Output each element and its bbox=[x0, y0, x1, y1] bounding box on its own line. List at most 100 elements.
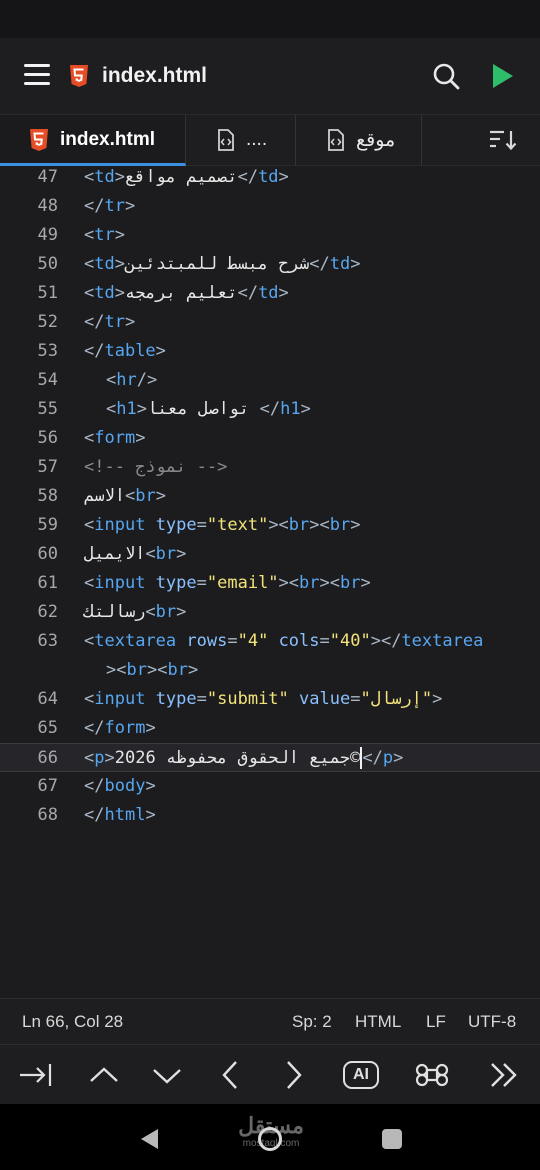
line-code: <td>شرح مبسط للمبتدئين</td> bbox=[84, 254, 361, 274]
hamburger-menu-icon[interactable] bbox=[24, 64, 50, 86]
line-number: 52 bbox=[37, 312, 58, 332]
line-number: 62 bbox=[37, 602, 58, 622]
html5-file-icon bbox=[30, 129, 48, 151]
line-number: 58 bbox=[37, 486, 58, 506]
search-icon[interactable] bbox=[432, 62, 460, 90]
line-code: <td>تصميم مواقع</td> bbox=[84, 167, 289, 187]
line-code: </tr> bbox=[84, 196, 136, 216]
extra-keys-row: AI bbox=[0, 1044, 540, 1104]
code-line[interactable]: 50 <td>شرح مبسط للمبتدئين</td> bbox=[0, 250, 540, 279]
line-number: 51 bbox=[37, 283, 58, 303]
line-code: </html> bbox=[84, 805, 156, 825]
line-code: <h1>تواصل معنا </h1> bbox=[106, 399, 311, 419]
cursor-up-icon[interactable] bbox=[84, 1055, 124, 1095]
line-code: ><br><br> bbox=[106, 660, 199, 680]
recent-apps-icon[interactable] bbox=[382, 1129, 402, 1149]
file-tab-bar: index.html .... موقع bbox=[0, 114, 540, 166]
language-mode[interactable]: HTML bbox=[355, 1012, 401, 1032]
code-line[interactable]: 68 </html> bbox=[0, 801, 540, 830]
ai-label: AI bbox=[343, 1061, 379, 1089]
app-title: index.html bbox=[102, 64, 208, 87]
more-keys-icon[interactable] bbox=[484, 1055, 524, 1095]
code-editor[interactable]: 47 <td>تصميم مواقع</td> 48 </tr> 49 <tr> 50 <td… bbox=[0, 166, 540, 998]
system-status-bar bbox=[0, 0, 540, 38]
line-code: <tr> bbox=[84, 225, 125, 245]
line-number: 61 bbox=[37, 573, 58, 593]
code-line[interactable]: 65 </form> bbox=[0, 714, 540, 743]
code-line[interactable]: 57 <!-- نموذج --> bbox=[0, 453, 540, 482]
line-number: 65 bbox=[37, 718, 58, 738]
tab-label: .... bbox=[246, 129, 268, 150]
sort-tabs-icon[interactable] bbox=[488, 129, 518, 151]
ai-assistant-button[interactable]: AI bbox=[341, 1055, 381, 1095]
line-number: 47 bbox=[37, 167, 58, 187]
code-line[interactable]: 58 الاسم<br> bbox=[0, 482, 540, 511]
code-line[interactable]: 49 <tr> bbox=[0, 221, 540, 250]
line-ending[interactable]: LF bbox=[426, 1012, 446, 1032]
code-line[interactable]: 55 <h1>تواصل معنا </h1> bbox=[0, 395, 540, 424]
code-line[interactable]: 59 <input type="text"><br><br> bbox=[0, 511, 540, 540]
system-navigation-bar: مستقل mostaql.com bbox=[0, 1104, 540, 1170]
code-line[interactable]: 56 <form> bbox=[0, 424, 540, 453]
tab-mawqi[interactable]: موقع bbox=[296, 115, 422, 166]
tab-untitled[interactable]: .... bbox=[186, 115, 296, 166]
code-file-icon bbox=[328, 129, 344, 151]
code-line[interactable]: 51 <td>تعليم برمجه</td> bbox=[0, 279, 540, 308]
cursor-left-icon[interactable] bbox=[210, 1055, 250, 1095]
code-line[interactable]: 48 </tr> bbox=[0, 192, 540, 221]
indent-setting[interactable]: Sp: 2 bbox=[292, 1012, 332, 1032]
line-number: 68 bbox=[37, 805, 58, 825]
line-number: 64 bbox=[37, 689, 58, 709]
line-number: 53 bbox=[37, 341, 58, 361]
line-code: <form> bbox=[84, 428, 146, 448]
tab-label: موقع bbox=[356, 130, 396, 151]
line-code: <input type="submit" value="إرسال"> bbox=[84, 689, 443, 709]
editor-status-bar: Ln 66, Col 28 Sp: 2 HTML LF UTF-8 bbox=[0, 998, 540, 1044]
line-number: 50 bbox=[37, 254, 58, 274]
code-line[interactable]: 61 <input type="email"><br><br> bbox=[0, 569, 540, 598]
line-code: </tr> bbox=[84, 312, 136, 332]
code-line[interactable]: 53 </table> bbox=[0, 337, 540, 366]
line-code: الايميل<br> bbox=[84, 544, 187, 564]
command-key-icon[interactable] bbox=[412, 1055, 452, 1095]
line-code: </table> bbox=[84, 341, 166, 361]
code-line[interactable]: 52 </tr> bbox=[0, 308, 540, 337]
line-code: <td>تعليم برمجه</td> bbox=[84, 283, 289, 303]
line-number: 66 bbox=[37, 748, 58, 768]
cursor-position[interactable]: Ln 66, Col 28 bbox=[22, 1012, 123, 1032]
line-number: 54 bbox=[37, 370, 58, 390]
line-number: 59 bbox=[37, 515, 58, 535]
line-code: <input type="email"><br><br> bbox=[84, 573, 371, 593]
back-triangle-icon[interactable] bbox=[138, 1127, 160, 1151]
cursor-right-icon[interactable] bbox=[274, 1055, 314, 1095]
code-line[interactable]: 60 الايميل<br> bbox=[0, 540, 540, 569]
line-number: 56 bbox=[37, 428, 58, 448]
line-number: 60 bbox=[37, 544, 58, 564]
line-code: </body> bbox=[84, 776, 156, 796]
line-code: <p>2026 جميع الحقوق محفوظه© </p> bbox=[84, 747, 404, 769]
code-line-current[interactable]: 66 <p>2026 جميع الحقوق محفوظه© </p> bbox=[0, 743, 540, 772]
code-line[interactable]: 64 <input type="submit" value="إرسال"> bbox=[0, 685, 540, 714]
line-number: 67 bbox=[37, 776, 58, 796]
line-code: <textarea rows="4" cols="40"></textarea bbox=[84, 631, 484, 651]
tab-key-icon[interactable] bbox=[16, 1055, 56, 1095]
line-number: 63 bbox=[37, 631, 58, 651]
tab-index-html[interactable]: index.html bbox=[0, 115, 186, 166]
run-play-icon[interactable] bbox=[488, 62, 516, 90]
code-line[interactable]: 54 <hr/> bbox=[0, 366, 540, 395]
code-line[interactable]: 62 رسالتك<br> bbox=[0, 598, 540, 627]
code-line[interactable]: ><br><br> bbox=[0, 656, 540, 685]
app-bar: index.html bbox=[0, 38, 540, 114]
home-circle-icon[interactable] bbox=[258, 1127, 282, 1151]
html5-file-icon bbox=[70, 65, 88, 87]
code-line[interactable]: 67 </body> bbox=[0, 772, 540, 801]
line-number: 48 bbox=[37, 196, 58, 216]
code-line[interactable]: 47 <td>تصميم مواقع</td> bbox=[0, 166, 540, 192]
line-number: 57 bbox=[37, 457, 58, 477]
cursor-down-icon[interactable] bbox=[147, 1055, 187, 1095]
line-code: <input type="text"><br><br> bbox=[84, 515, 361, 535]
line-number: 55 bbox=[37, 399, 58, 419]
file-encoding[interactable]: UTF-8 bbox=[468, 1012, 516, 1032]
code-file-icon bbox=[218, 129, 234, 151]
code-line[interactable]: 63 <textarea rows="4" cols="40"></textare… bbox=[0, 627, 540, 656]
